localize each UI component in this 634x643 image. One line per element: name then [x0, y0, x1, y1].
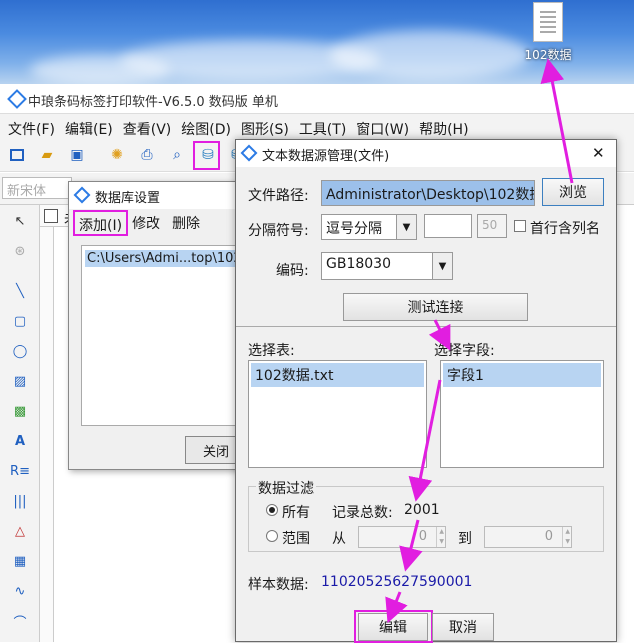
annotation-arrows [385, 58, 574, 624]
arrow-to-sample [399, 519, 423, 572]
arrow-to-record-count [408, 379, 442, 502]
arrow-to-edit [385, 591, 408, 624]
arrow-browse-to-file [540, 58, 574, 184]
arrow-test-connection [428, 319, 451, 351]
